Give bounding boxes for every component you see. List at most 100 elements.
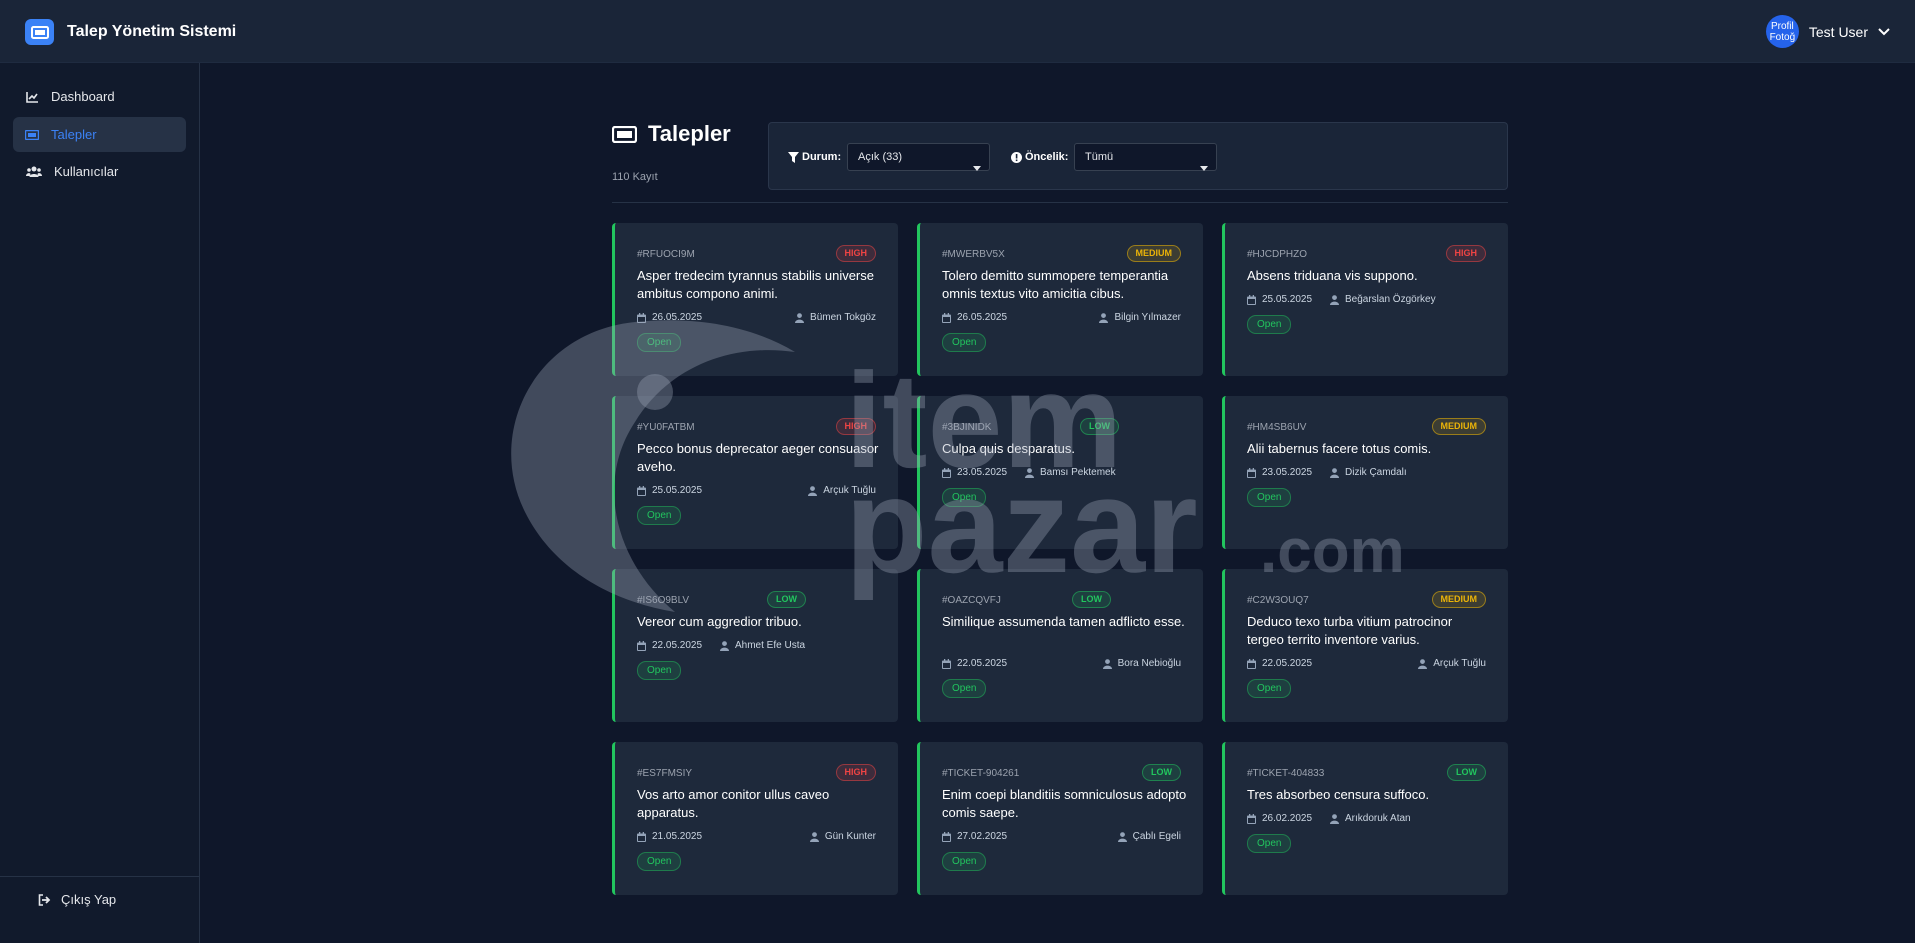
chevron-down-icon bbox=[1200, 155, 1208, 181]
ticket-assignee: Arıkdoruk Atan bbox=[1330, 813, 1411, 824]
ticket-assignee: Arçuk Tuğlu bbox=[808, 485, 876, 496]
ticket-card[interactable]: #C2W3OUQ7 MEDIUM Deduco texo turba vitium … bbox=[1222, 569, 1508, 722]
ticket-card[interactable]: #OAZCQVFJ LOW Similique assumenda tamen ad… bbox=[917, 569, 1203, 722]
status-badge: Open bbox=[637, 333, 682, 352]
logout-button[interactable]: Çıkış Yap bbox=[38, 892, 116, 907]
ticket-card[interactable]: #ES7FMSIY HIGH Vos arto amor conitor ullus… bbox=[612, 742, 898, 895]
user-icon bbox=[808, 485, 818, 496]
record-count: 110 Kayıt bbox=[612, 171, 658, 183]
ticket-date-text: 25.05.2025 bbox=[652, 485, 703, 496]
calendar-icon bbox=[1247, 813, 1256, 824]
ticket-assignee: Bilgin Yılmazer bbox=[1099, 312, 1181, 323]
priority-badge: LOW bbox=[767, 591, 806, 608]
user-icon bbox=[1117, 831, 1127, 842]
ticket-icon bbox=[25, 128, 39, 142]
ticket-date: 23.05.2025 bbox=[942, 467, 1007, 478]
ticket-assignee: Bora Nebioğlu bbox=[1102, 658, 1181, 669]
ticket-card[interactable]: #HM4SB6UV MEDIUM Alii tabernus facere totu… bbox=[1222, 396, 1508, 549]
ticket-assignee-text: Dizik Çamdalı bbox=[1345, 467, 1407, 478]
ticket-date-text: 22.05.2025 bbox=[1262, 658, 1313, 669]
ticket-id: #C2W3OUQ7 bbox=[1247, 595, 1309, 606]
calendar-icon bbox=[637, 831, 646, 842]
ticket-card[interactable]: #YU0FATBM HIGH Pecco bonus deprecator aege… bbox=[612, 396, 898, 549]
ticket-date-text: 27.02.2025 bbox=[957, 831, 1008, 842]
user-icon bbox=[809, 831, 819, 842]
ticket-assignee-text: Ahmet Efe Usta bbox=[735, 640, 806, 651]
priority-badge: MEDIUM bbox=[1431, 591, 1486, 608]
ticket-id: #ES7FMSIY bbox=[637, 768, 693, 779]
ticket-date: 26.05.2025 bbox=[942, 312, 1007, 323]
ticket-card[interactable]: #IS6O9BLV LOW Vereor cum aggredior tribuo.… bbox=[612, 569, 898, 722]
page-title-text: Talepler bbox=[648, 121, 731, 146]
ticket-title[interactable]: Similique assumenda tamen adflicto esse. bbox=[942, 613, 1187, 631]
ticket-assignee: Çablı Egeli bbox=[1117, 831, 1181, 842]
user-icon bbox=[720, 640, 729, 651]
user-menu[interactable]: Profil Fotoğ Test User bbox=[1765, 15, 1890, 48]
priority-badge: LOW bbox=[1142, 764, 1181, 781]
ticket-id: #TICKET-404833 bbox=[1247, 768, 1325, 779]
ticket-title[interactable]: Vos arto amor conitor ullus caveo appara… bbox=[637, 786, 882, 822]
ticket-card[interactable]: #RFUOCI9M HIGH Asper tredecim tyrannus sta… bbox=[612, 223, 898, 376]
ticket-title[interactable]: Pecco bonus deprecator aeger consuasor a… bbox=[637, 440, 882, 476]
ticket-assignee: Arçuk Tuğlu bbox=[1418, 658, 1486, 669]
ticket-title[interactable]: Asper tredecim tyrannus stabilis univers… bbox=[637, 267, 882, 303]
ticket-title[interactable]: Alii tabernus facere totus comis. bbox=[1247, 440, 1492, 458]
top-bar: Talep Yönetim Sistemi Profil Fotoğ Test … bbox=[0, 0, 1915, 63]
ticket-card[interactable]: #TICKET-904261 LOW Enim coepi blanditiis s… bbox=[917, 742, 1203, 895]
ticket-title[interactable]: Deduco texo turba vitium patrocinor terg… bbox=[1247, 613, 1492, 649]
ticket-assignee-text: Arıkdoruk Atan bbox=[1345, 813, 1411, 824]
calendar-icon bbox=[942, 312, 951, 323]
ticket-title[interactable]: Vereor cum aggredior tribuo. bbox=[637, 613, 882, 631]
sidebar: Dashboard Talepler Kullanıcılar Çıkış Ya… bbox=[0, 63, 200, 943]
ticket-icon bbox=[25, 19, 54, 45]
ticket-date: 27.02.2025 bbox=[942, 831, 1007, 842]
ticket-title[interactable]: Tolero demitto summopere temperantia omn… bbox=[942, 267, 1187, 303]
calendar-icon bbox=[637, 640, 646, 651]
ticket-id: #HJCDPHZO bbox=[1247, 249, 1308, 260]
ticket-card[interactable]: #3BJINIDK LOW Culpa quis desparatus. 23.05.… bbox=[917, 396, 1203, 549]
chart-line-icon bbox=[25, 90, 39, 104]
ticket-date: 26.05.2025 bbox=[637, 312, 702, 323]
ticket-assignee-text: Gün Kunter bbox=[824, 831, 876, 842]
ticket-id: #OAZCQVFJ bbox=[942, 595, 1001, 606]
status-badge: Open bbox=[942, 333, 987, 352]
calendar-icon bbox=[942, 831, 951, 842]
ticket-assignee: Beğarslan Özgörkey bbox=[1330, 294, 1436, 305]
ticket-card[interactable]: #HJCDPHZO HIGH Absens triduana vis suppono… bbox=[1222, 223, 1508, 376]
user-icon bbox=[1025, 467, 1034, 478]
ticket-date-text: 22.05.2025 bbox=[652, 640, 703, 651]
ticket-date-text: 26.05.2025 bbox=[957, 312, 1008, 323]
ticket-title[interactable]: Enim coepi blanditiis somniculosus adopt… bbox=[942, 786, 1187, 822]
priority-select[interactable]: Tümü bbox=[1074, 143, 1217, 171]
status-select[interactable]: Açık (33) bbox=[847, 143, 990, 171]
header-divider bbox=[612, 202, 1508, 203]
ticket-title[interactable]: Absens triduana vis suppono. bbox=[1247, 267, 1492, 285]
ticket-date-text: 25.05.2025 bbox=[1262, 294, 1313, 305]
user-icon bbox=[1102, 658, 1112, 669]
status-badge: Open bbox=[1247, 679, 1292, 698]
avatar[interactable]: Profil Fotoğ bbox=[1765, 15, 1799, 48]
ticket-title[interactable]: Tres absorbeo censura suffoco. bbox=[1247, 786, 1492, 804]
sidebar-item-dashboard[interactable]: Dashboard bbox=[13, 79, 186, 114]
brand[interactable]: Talep Yönetim Sistemi bbox=[25, 19, 236, 45]
chevron-down-icon[interactable] bbox=[1878, 23, 1890, 41]
status-badge: Open bbox=[942, 679, 987, 698]
ticket-date: 25.05.2025 bbox=[637, 485, 702, 496]
user-icon bbox=[1330, 467, 1339, 478]
ticket-title[interactable]: Culpa quis desparatus. bbox=[942, 440, 1187, 458]
avatar-alt-text: Profil bbox=[1770, 20, 1794, 32]
status-badge: Open bbox=[637, 852, 682, 871]
ticket-date: 21.05.2025 bbox=[637, 831, 702, 842]
info-circle-icon bbox=[1011, 151, 1022, 163]
ticket-assignee-text: Beğarslan Özgörkey bbox=[1345, 294, 1436, 305]
sidebar-item-talepler[interactable]: Talepler bbox=[13, 117, 186, 152]
sidebar-item-kullanicilar[interactable]: Kullanıcılar bbox=[13, 154, 186, 189]
ticket-date: 25.05.2025 bbox=[1247, 294, 1312, 305]
users-icon bbox=[25, 165, 42, 179]
ticket-id: #YU0FATBM bbox=[637, 422, 695, 433]
priority-filter-label-text: Öncelik: bbox=[1025, 151, 1069, 163]
priority-badge: LOW bbox=[1447, 764, 1486, 781]
ticket-date-text: 22.05.2025 bbox=[957, 658, 1008, 669]
ticket-card[interactable]: #TICKET-404833 LOW Tres absorbeo censura s… bbox=[1222, 742, 1508, 895]
ticket-card[interactable]: #MWERBV5X MEDIUM Tolero demitto summopere … bbox=[917, 223, 1203, 376]
